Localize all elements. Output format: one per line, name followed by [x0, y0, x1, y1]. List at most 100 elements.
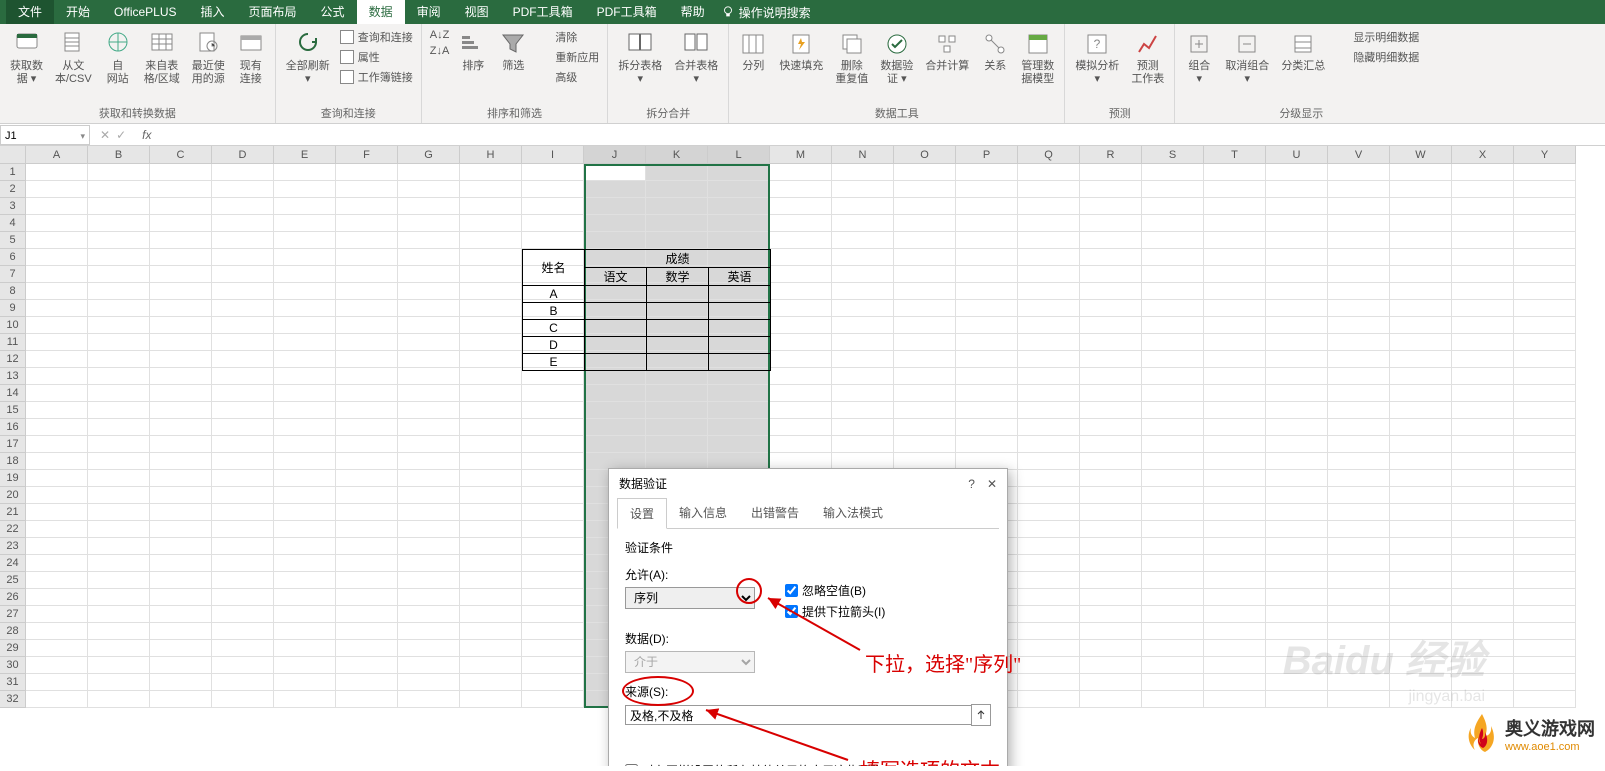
col-header-C[interactable]: C: [150, 146, 212, 164]
spreadsheet-grid[interactable]: ABCDEFGHIJKLMNOPQRSTUVWXY 12345678910111…: [0, 146, 1605, 766]
source-input[interactable]: [625, 705, 972, 725]
help-icon[interactable]: ?: [968, 477, 975, 491]
btn-sort-asc[interactable]: A↓Z: [428, 28, 452, 42]
btn-show-detail[interactable]: 显示明细数据: [1333, 28, 1421, 46]
col-header-A[interactable]: A: [26, 146, 88, 164]
col-header-U[interactable]: U: [1266, 146, 1328, 164]
btn-from-csv[interactable]: 从文 本/CSV: [51, 28, 96, 88]
menu-file[interactable]: 文件: [6, 0, 54, 24]
menu-home[interactable]: 开始: [54, 0, 102, 24]
btn-recent-sources[interactable]: 最近使 用的源: [188, 28, 229, 88]
row-header-32[interactable]: 32: [0, 691, 26, 708]
col-header-H[interactable]: H: [460, 146, 522, 164]
menu-review[interactable]: 审阅: [405, 0, 453, 24]
btn-data-validation[interactable]: 数据验 证 ▾: [876, 28, 917, 88]
row-header-10[interactable]: 10: [0, 317, 26, 334]
row-header-8[interactable]: 8: [0, 283, 26, 300]
range-selector-button[interactable]: [971, 704, 991, 726]
btn-remove-duplicates[interactable]: 删除 重复值: [831, 28, 872, 88]
tab-error-alert[interactable]: 出错警告: [739, 498, 811, 528]
row-header-29[interactable]: 29: [0, 640, 26, 657]
row-headers[interactable]: 1234567891011121314151617181920212223242…: [0, 164, 26, 708]
row-header-16[interactable]: 16: [0, 419, 26, 436]
menu-formulas[interactable]: 公式: [309, 0, 357, 24]
btn-data-model[interactable]: 管理数 据模型: [1017, 28, 1058, 88]
col-header-E[interactable]: E: [274, 146, 336, 164]
menu-pagelayout[interactable]: 页面布局: [237, 0, 309, 24]
btn-get-data[interactable]: 获取数 据 ▾: [6, 28, 47, 88]
fx-label[interactable]: fx: [136, 128, 157, 142]
row-header-17[interactable]: 17: [0, 436, 26, 453]
allow-dropdown[interactable]: 序列: [625, 587, 755, 609]
menu-pdf2[interactable]: PDF工具箱: [585, 0, 669, 24]
btn-sort[interactable]: 排序: [455, 28, 491, 75]
name-box[interactable]: J1: [0, 125, 90, 145]
row-header-25[interactable]: 25: [0, 572, 26, 589]
btn-whatif[interactable]: ?模拟分析 ▾: [1071, 28, 1123, 88]
row-header-31[interactable]: 31: [0, 674, 26, 691]
row-header-23[interactable]: 23: [0, 538, 26, 555]
btn-sort-desc[interactable]: Z↓A: [428, 44, 452, 58]
btn-refresh-all[interactable]: 全部刷新 ▾: [282, 28, 334, 88]
row-header-20[interactable]: 20: [0, 487, 26, 504]
btn-from-table[interactable]: 来自表 格/区域: [140, 28, 184, 88]
select-all-corner[interactable]: [0, 146, 26, 164]
btn-queries-conn[interactable]: 查询和连接: [338, 28, 415, 46]
col-header-M[interactable]: M: [770, 146, 832, 164]
tell-me-search[interactable]: 操作说明搜索: [721, 4, 811, 21]
col-header-K[interactable]: K: [646, 146, 708, 164]
col-header-L[interactable]: L: [708, 146, 770, 164]
col-header-S[interactable]: S: [1142, 146, 1204, 164]
btn-from-web[interactable]: 自 网站: [100, 28, 136, 88]
col-header-Q[interactable]: Q: [1018, 146, 1080, 164]
row-header-27[interactable]: 27: [0, 606, 26, 623]
col-header-F[interactable]: F: [336, 146, 398, 164]
btn-workbook-links[interactable]: 工作簿链接: [338, 68, 415, 86]
ignore-blank-checkbox[interactable]: [785, 584, 798, 597]
row-header-13[interactable]: 13: [0, 368, 26, 385]
btn-existing-conn[interactable]: 现有 连接: [233, 28, 269, 88]
col-header-Y[interactable]: Y: [1514, 146, 1576, 164]
menu-view[interactable]: 视图: [453, 0, 501, 24]
btn-relationships[interactable]: 关系: [977, 28, 1013, 75]
row-header-7[interactable]: 7: [0, 266, 26, 283]
col-header-G[interactable]: G: [398, 146, 460, 164]
btn-subtotal[interactable]: 分类汇总: [1277, 28, 1329, 75]
row-header-2[interactable]: 2: [0, 181, 26, 198]
btn-merge-table[interactable]: 合并表格 ▾: [670, 28, 722, 88]
row-header-21[interactable]: 21: [0, 504, 26, 521]
col-header-P[interactable]: P: [956, 146, 1018, 164]
row-header-26[interactable]: 26: [0, 589, 26, 606]
row-header-19[interactable]: 19: [0, 470, 26, 487]
cancel-icon[interactable]: ✕: [100, 128, 110, 142]
apply-all-checkbox[interactable]: [625, 764, 638, 766]
col-header-J[interactable]: J: [584, 146, 646, 164]
col-header-X[interactable]: X: [1452, 146, 1514, 164]
tab-ime-mode[interactable]: 输入法模式: [811, 498, 895, 528]
menu-officeplus[interactable]: OfficePLUS: [102, 0, 188, 24]
row-header-22[interactable]: 22: [0, 521, 26, 538]
tab-input-message[interactable]: 输入信息: [667, 498, 739, 528]
col-header-V[interactable]: V: [1328, 146, 1390, 164]
col-header-D[interactable]: D: [212, 146, 274, 164]
menu-help[interactable]: 帮助: [669, 0, 717, 24]
enter-icon[interactable]: ✓: [116, 128, 126, 142]
row-header-18[interactable]: 18: [0, 453, 26, 470]
menu-data[interactable]: 数据: [357, 0, 405, 24]
row-header-12[interactable]: 12: [0, 351, 26, 368]
row-header-15[interactable]: 15: [0, 402, 26, 419]
incell-dropdown-checkbox[interactable]: [785, 605, 798, 618]
col-header-R[interactable]: R: [1080, 146, 1142, 164]
row-header-4[interactable]: 4: [0, 215, 26, 232]
btn-forecast-sheet[interactable]: 预测 工作表: [1127, 28, 1168, 88]
row-header-28[interactable]: 28: [0, 623, 26, 640]
btn-consolidate[interactable]: 合并计算: [921, 28, 973, 75]
row-header-6[interactable]: 6: [0, 249, 26, 266]
btn-reapply[interactable]: 重新应用: [535, 48, 601, 66]
row-header-3[interactable]: 3: [0, 198, 26, 215]
btn-clear-filter[interactable]: 清除: [535, 28, 601, 46]
tab-settings[interactable]: 设置: [617, 498, 667, 529]
btn-ungroup[interactable]: 取消组合 ▾: [1221, 28, 1273, 88]
column-headers[interactable]: ABCDEFGHIJKLMNOPQRSTUVWXY: [26, 146, 1576, 164]
close-icon[interactable]: ✕: [987, 477, 997, 491]
